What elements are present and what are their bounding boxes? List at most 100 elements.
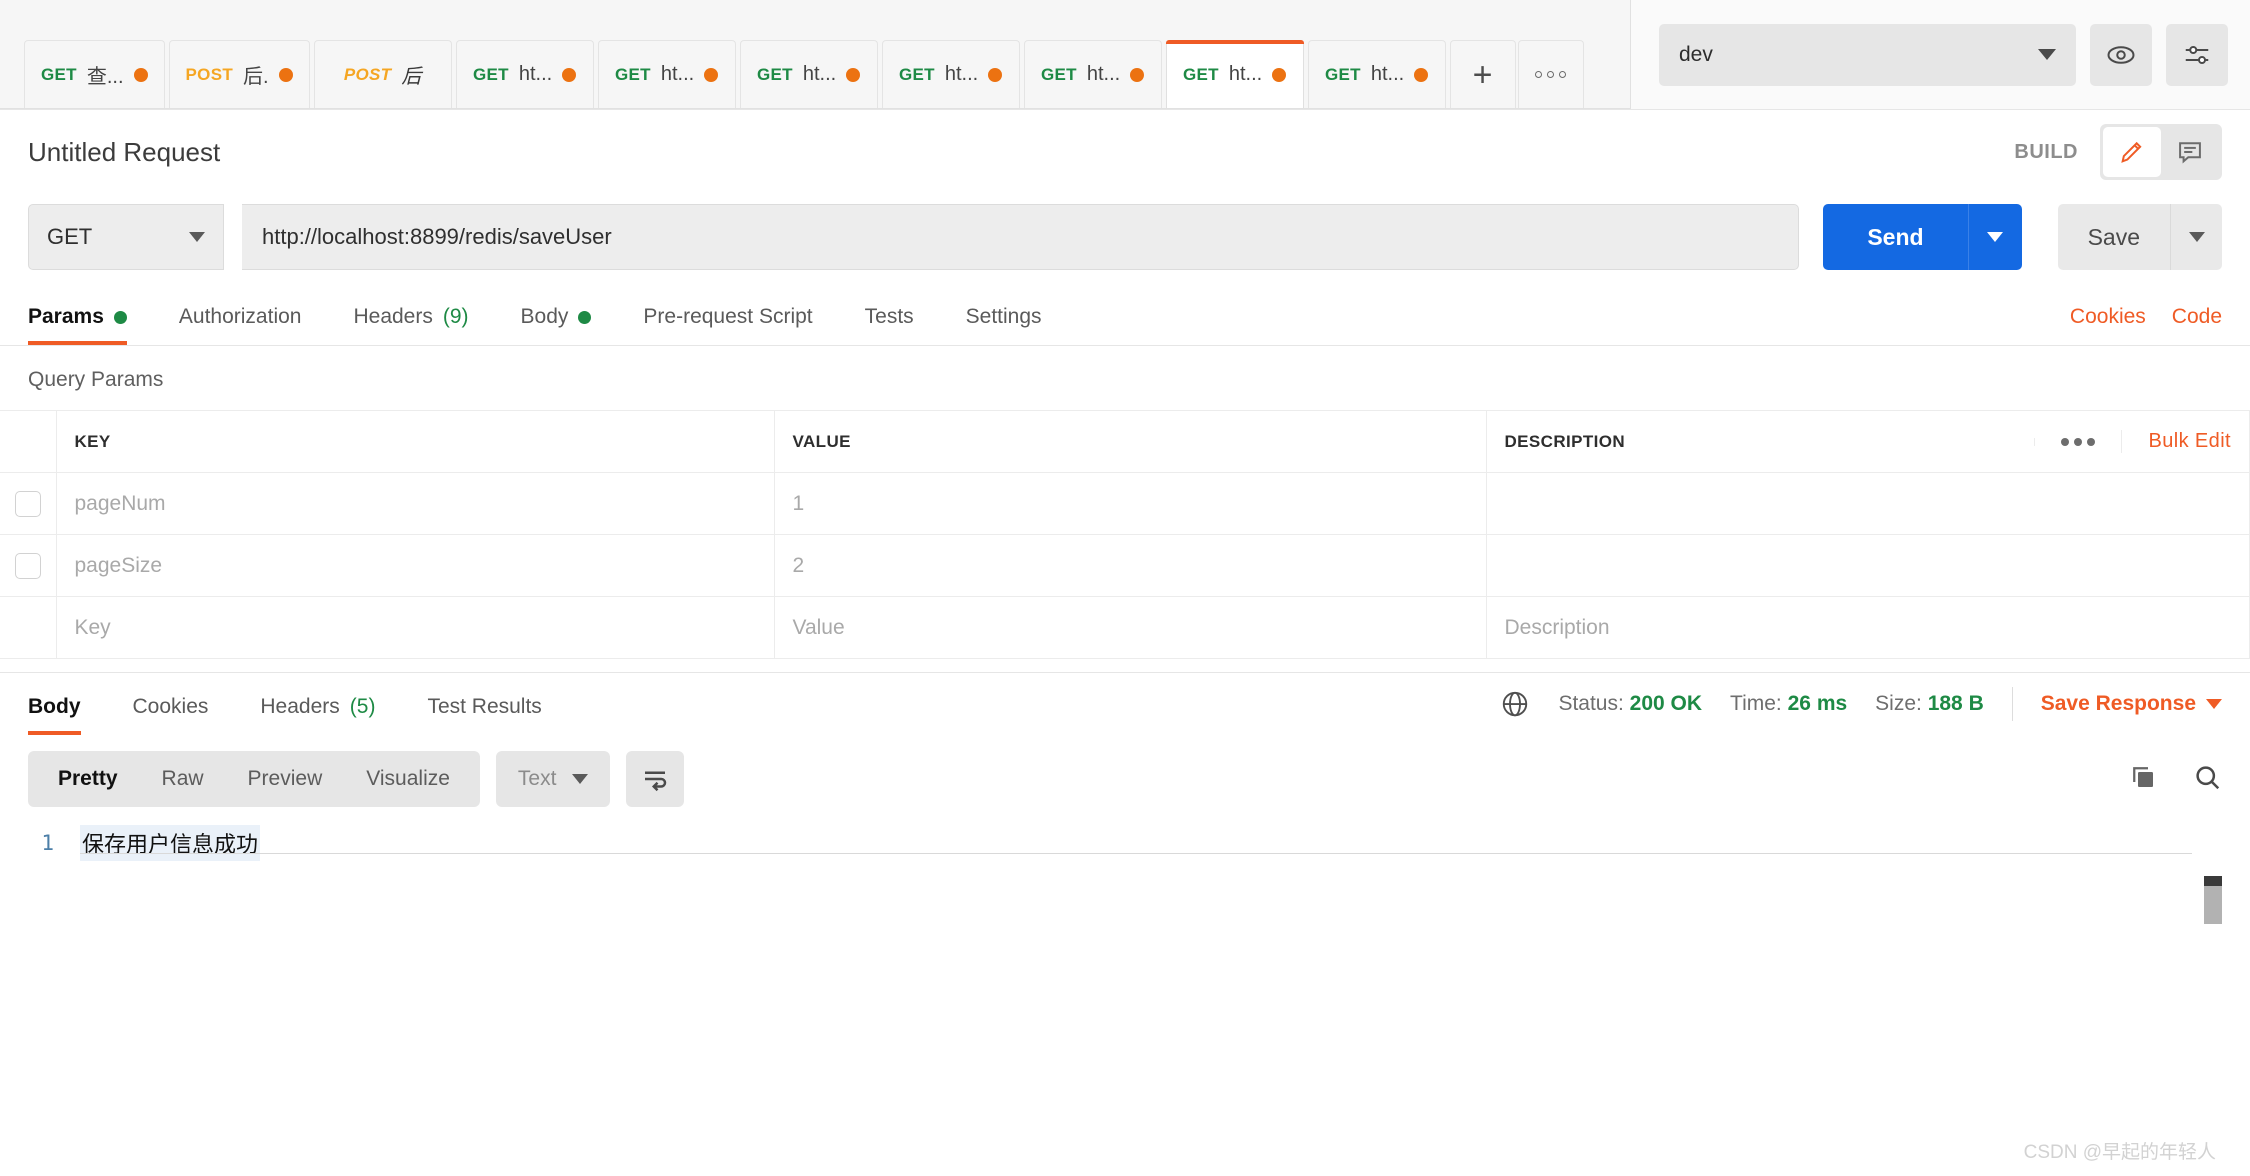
column-header-description-label: DESCRIPTION — [1504, 431, 1626, 451]
response-scrollbar[interactable] — [2204, 876, 2222, 924]
request-tab-label: ht... — [1086, 63, 1121, 85]
table-row[interactable]: pageSize 2 — [0, 534, 2250, 597]
request-tab[interactable]: GET ht... — [1023, 40, 1162, 108]
request-tab-authorization[interactable]: Authorization — [179, 305, 302, 345]
response-format-selector[interactable]: Text — [495, 751, 611, 807]
tab-label: Pre-request Script — [643, 305, 813, 328]
comments-button[interactable] — [2161, 127, 2219, 177]
row-checkbox-cell — [0, 534, 57, 597]
line-number: 1 — [41, 831, 54, 855]
cell-value[interactable]: Value — [774, 596, 1487, 659]
code-link[interactable]: Code — [2172, 305, 2222, 329]
scrollbar-thumb[interactable] — [2204, 886, 2222, 924]
cell-description[interactable]: Description — [1486, 596, 2250, 659]
page-title: Untitled Request — [28, 136, 221, 167]
save-response-button[interactable]: Save Response — [2041, 692, 2222, 716]
request-tab-body[interactable]: Body — [521, 305, 592, 345]
cookies-link[interactable]: Cookies — [2070, 305, 2146, 329]
unsaved-indicator-icon — [1414, 67, 1429, 82]
request-tab-params[interactable]: Params — [28, 305, 127, 345]
response-tab-test-results[interactable]: Test Results — [427, 695, 541, 735]
request-tab[interactable]: GET ht... — [881, 40, 1020, 108]
response-tab-headers[interactable]: Headers (5) — [260, 695, 375, 735]
send-button[interactable]: Send — [1823, 204, 1968, 270]
query-params-table: KEY VALUE DESCRIPTION Bulk Edit pageNum 1… — [0, 410, 2250, 659]
url-input[interactable]: http://localhost:8899/redis/saveUser — [242, 204, 1800, 270]
request-tab[interactable]: GET 查... — [24, 40, 165, 108]
copy-icon — [2133, 766, 2153, 787]
row-checkbox[interactable] — [14, 490, 41, 517]
has-content-dot-icon — [578, 310, 592, 324]
column-header-value: VALUE — [774, 410, 1487, 473]
bulk-edit-button[interactable]: Bulk Edit — [2121, 430, 2231, 453]
comment-icon — [2179, 142, 2201, 164]
row-checkbox[interactable] — [14, 552, 41, 579]
response-body-toolbar: Pretty Raw Preview Visualize Text — [0, 735, 2250, 823]
view-mode-pretty[interactable]: Pretty — [36, 751, 140, 807]
response-body-content[interactable]: 1 保存用户信息成功 — [0, 823, 2250, 863]
new-tab-button[interactable]: + — [1449, 40, 1516, 108]
request-tab[interactable]: GET ht... — [455, 40, 594, 108]
http-method-selector[interactable]: GET — [28, 204, 224, 270]
request-tab[interactable]: POST 后. — [168, 40, 310, 108]
request-header: Untitled Request BUILD — [0, 110, 2250, 194]
tab-label: Body — [520, 305, 569, 328]
response-body-text[interactable]: 保存用户信息成功 — [80, 825, 261, 861]
request-tab-tests[interactable]: Tests — [865, 305, 914, 345]
save-response-label: Save Response — [2040, 692, 2196, 715]
url-bar: GET http://localhost:8899/redis/saveUser… — [0, 194, 2250, 280]
request-tab[interactable]: GET ht... — [597, 40, 736, 108]
size-value: 188 B — [1927, 692, 1984, 715]
request-tab-pre-request-script[interactable]: Pre-request Script — [643, 305, 812, 345]
sliders-icon — [2185, 45, 2209, 64]
request-tab-label: 查... — [86, 66, 124, 88]
tab-label: Body — [28, 695, 81, 718]
chevron-down-icon — [2206, 699, 2222, 709]
select-all-header — [0, 410, 57, 473]
table-options-button[interactable] — [2034, 437, 2121, 446]
response-toolbar-right — [2128, 762, 2222, 797]
cell-value[interactable]: 1 — [774, 472, 1487, 535]
cell-key[interactable]: Key — [56, 596, 775, 659]
response-format-label: Text — [517, 767, 557, 790]
code-line-rule — [80, 853, 2192, 854]
cell-key[interactable]: pageSize — [56, 534, 775, 597]
table-row[interactable]: pageNum 1 — [0, 472, 2250, 535]
response-tab-cookies[interactable]: Cookies — [133, 695, 209, 735]
request-tab-settings[interactable]: Settings — [966, 305, 1042, 345]
save-options-button[interactable] — [2170, 204, 2222, 270]
request-tab[interactable]: POST 后 — [313, 40, 452, 108]
request-tab[interactable]: GET ht... — [1165, 40, 1304, 108]
environment-quick-look-button[interactable] — [2090, 23, 2152, 86]
tab-options-button[interactable] — [1517, 40, 1584, 108]
view-mode-preview[interactable]: Preview — [226, 751, 345, 807]
http-method-label: GET — [47, 224, 93, 249]
cell-description[interactable] — [1486, 472, 2250, 535]
cell-value[interactable]: 2 — [774, 534, 1487, 597]
request-tab[interactable]: GET ht... — [739, 40, 878, 108]
copy-response-button[interactable] — [2128, 762, 2158, 797]
send-options-button[interactable] — [1967, 204, 2022, 270]
request-tab-method: GET — [1040, 64, 1077, 84]
word-wrap-button[interactable] — [626, 751, 685, 807]
cell-description[interactable] — [1486, 534, 2250, 597]
cell-key[interactable]: pageNum — [56, 472, 775, 535]
environment-settings-button[interactable] — [2166, 23, 2228, 86]
search-response-button[interactable] — [2192, 762, 2222, 797]
request-tab-headers[interactable]: Headers (9) — [353, 305, 468, 345]
tab-count: (5) — [349, 695, 376, 718]
request-tab[interactable]: GET ht... — [1307, 40, 1446, 108]
save-button[interactable]: Save — [2057, 204, 2170, 270]
view-mode-raw[interactable]: Raw — [140, 751, 226, 807]
column-header-description: DESCRIPTION Bulk Edit — [1486, 410, 2250, 473]
table-row[interactable]: Key Value Description — [0, 596, 2250, 659]
tab-label: Authorization — [178, 305, 302, 328]
word-wrap-icon — [645, 771, 667, 792]
response-tab-body[interactable]: Body — [28, 695, 81, 735]
edit-mode-button[interactable] — [2103, 127, 2161, 177]
environment-selector[interactable]: dev — [1659, 23, 2076, 86]
query-params-title: Query Params — [28, 368, 164, 391]
save-button-group: Save — [2057, 204, 2222, 270]
environment-area: dev — [1630, 0, 2250, 109]
view-mode-visualize[interactable]: Visualize — [344, 751, 472, 807]
